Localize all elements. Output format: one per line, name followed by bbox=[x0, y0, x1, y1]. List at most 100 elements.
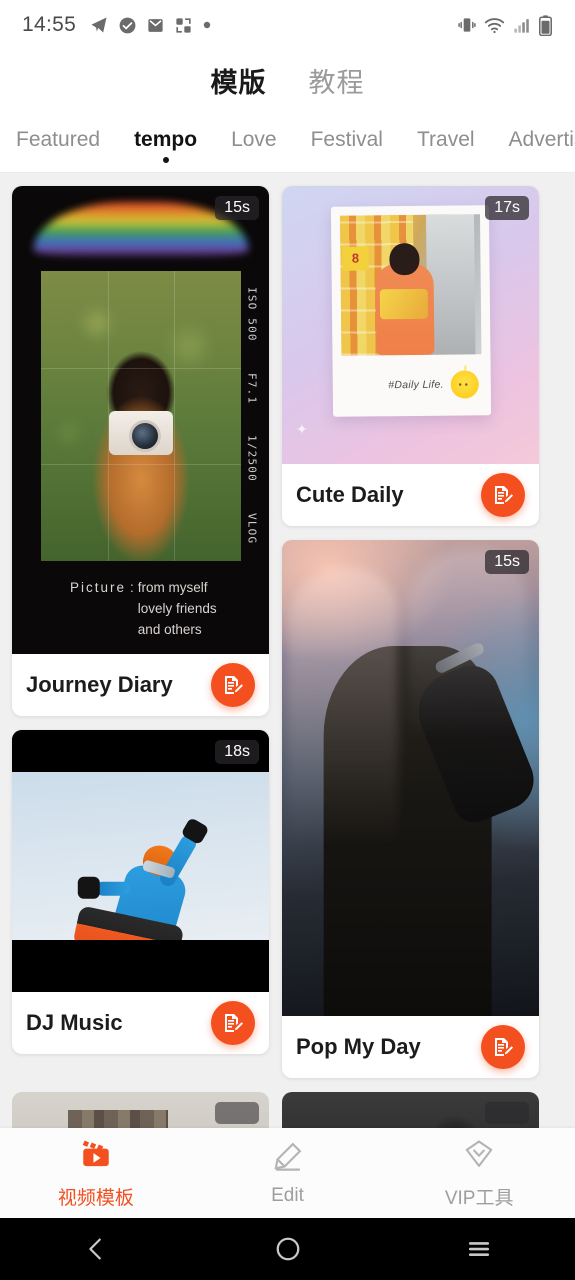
hashtag-text: #Daily Life. bbox=[387, 378, 444, 392]
template-card-partial-right[interactable] bbox=[282, 1092, 539, 1128]
pencil-icon bbox=[271, 1139, 305, 1178]
raised-arm-decor bbox=[156, 832, 199, 889]
battery-icon bbox=[538, 14, 553, 36]
edit-template-button[interactable] bbox=[211, 1001, 255, 1045]
edit-template-button[interactable] bbox=[211, 663, 255, 707]
polaroid-caption: #Daily Life. •• bbox=[332, 359, 491, 417]
photo-girl-with-camera bbox=[41, 271, 241, 561]
grid-column-left: ISO 500 F7.1 1/2500 VLOG Picture : from … bbox=[12, 186, 269, 1054]
category-tab-love[interactable]: Love bbox=[231, 128, 277, 154]
template-title: Journey Diary bbox=[26, 672, 173, 697]
header-tabs: 模版 教程 bbox=[0, 50, 575, 110]
template-card-dj-music[interactable]: SALO 18s DJ Music bbox=[12, 730, 269, 1054]
clapperboard-play-icon bbox=[79, 1137, 113, 1176]
app-root: 14:55 模版 教程 Featured tempo Love Festival… bbox=[0, 0, 575, 1280]
duration-badge: 18s bbox=[215, 740, 259, 764]
template-title: DJ Music bbox=[26, 1010, 123, 1035]
duration-badge: 17s bbox=[485, 196, 529, 220]
template-thumbnail-cute-daily: 8 #Daily Life. •• ✦ 17s bbox=[282, 186, 539, 464]
template-card-footer: Cute Daily bbox=[282, 464, 539, 526]
template-card-pop-my-day[interactable]: 15s Pop My Day bbox=[282, 540, 539, 1078]
polaroid-frame-decor: 8 #Daily Life. •• bbox=[330, 205, 491, 417]
android-system-navigation-bar bbox=[0, 1218, 575, 1280]
edit-template-button[interactable] bbox=[481, 473, 525, 517]
template-card-footer: Journey Diary bbox=[12, 654, 269, 716]
mail-icon bbox=[146, 16, 165, 35]
sky-background-decor: SALO bbox=[12, 772, 269, 975]
dot-icon bbox=[202, 20, 212, 30]
caption-colon: : bbox=[130, 580, 134, 595]
camera-settings-strip: ISO 500 F7.1 1/2500 VLOG bbox=[241, 272, 263, 560]
category-tab-travel[interactable]: Travel bbox=[417, 128, 475, 154]
category-tab-featured[interactable]: Featured bbox=[16, 128, 100, 154]
template-title: Cute Daily bbox=[296, 482, 404, 507]
edit-template-button[interactable] bbox=[481, 1025, 525, 1069]
grid-column-right: 8 #Daily Life. •• ✦ 17s Cute Daily 15s P… bbox=[282, 186, 539, 1078]
template-grid: ISO 500 F7.1 1/2500 VLOG Picture : from … bbox=[12, 186, 563, 1078]
category-tab-tempo[interactable]: tempo bbox=[134, 128, 197, 154]
template-title: Pop My Day bbox=[296, 1034, 421, 1059]
tab-templates[interactable]: 模版 bbox=[211, 61, 267, 100]
template-thumbnail-pop-my-day: 15s bbox=[282, 540, 539, 1016]
status-time: 14:55 bbox=[22, 13, 77, 36]
crowd-silhouette-left-decor bbox=[288, 568, 398, 848]
system-back-button[interactable] bbox=[0, 1234, 192, 1264]
template-card-cute-daily[interactable]: 8 #Daily Life. •• ✦ 17s Cute Daily bbox=[282, 186, 539, 526]
nav-item-video-templates[interactable]: 视频模板 bbox=[0, 1137, 192, 1210]
sun-sticker-icon: •• bbox=[450, 370, 479, 399]
journey-caption-block: Picture : from myself lovely friends and… bbox=[70, 578, 250, 641]
category-tab-advertiser[interactable]: Advertiser bbox=[509, 128, 575, 154]
nav-label-vip-tools: VIP工具 bbox=[444, 1187, 514, 1209]
photo-girl-in-supermarket: 8 bbox=[339, 214, 481, 356]
setting-aperture: F7.1 bbox=[245, 373, 259, 405]
setting-vlog: VLOG bbox=[245, 513, 259, 545]
nav-label-video-templates: 视频模板 bbox=[57, 1187, 134, 1209]
apps-share-icon bbox=[174, 16, 193, 35]
sparkle-decor: ✦ bbox=[296, 421, 308, 437]
crowd-silhouette-right-decor bbox=[407, 550, 527, 740]
setting-shutter: 1/2500 bbox=[245, 435, 259, 483]
category-tab-bar[interactable]: Featured tempo Love Festival Travel Adve… bbox=[0, 110, 575, 172]
document-edit-icon bbox=[225, 676, 243, 694]
template-thumbnail-journey-diary: ISO 500 F7.1 1/2500 VLOG Picture : from … bbox=[12, 186, 269, 654]
template-grid-scroll[interactable]: ISO 500 F7.1 1/2500 VLOG Picture : from … bbox=[0, 172, 575, 1128]
duration-badge: 15s bbox=[215, 196, 259, 220]
duration-badge: 15s bbox=[485, 550, 529, 574]
photo-grid-overlay bbox=[41, 271, 241, 561]
bottom-navigation: 视频模板 Edit VIP工具 bbox=[0, 1128, 575, 1218]
check-circle-icon bbox=[118, 16, 137, 35]
caption-text: from myself lovely friends and others bbox=[137, 580, 217, 637]
nav-item-edit[interactable]: Edit bbox=[192, 1139, 384, 1207]
nav-label-edit: Edit bbox=[271, 1185, 304, 1206]
document-edit-icon bbox=[495, 486, 513, 504]
status-right-icons bbox=[457, 14, 553, 36]
signal-icon bbox=[512, 16, 531, 35]
next-row-partial bbox=[12, 1092, 563, 1128]
sun-face-text: •• bbox=[458, 379, 471, 390]
setting-iso: ISO 500 bbox=[245, 287, 259, 343]
recents-icon bbox=[469, 1242, 490, 1256]
home-icon bbox=[276, 1237, 299, 1261]
nav-item-vip-tools[interactable]: VIP工具 bbox=[383, 1137, 575, 1210]
template-card-journey-diary[interactable]: ISO 500 F7.1 1/2500 VLOG Picture : from … bbox=[12, 186, 269, 716]
template-card-partial-left[interactable] bbox=[12, 1092, 269, 1128]
template-card-footer: DJ Music bbox=[12, 992, 269, 1054]
category-tab-festival[interactable]: Festival bbox=[311, 128, 383, 154]
duration-badge-placeholder bbox=[215, 1102, 259, 1124]
vibrate-icon bbox=[457, 15, 477, 35]
extended-arm-decor bbox=[95, 881, 130, 896]
back-icon bbox=[89, 1238, 101, 1260]
wifi-icon bbox=[484, 15, 505, 36]
document-edit-icon bbox=[225, 1014, 243, 1032]
vip-diamond-icon bbox=[462, 1137, 496, 1176]
caption-label: Picture bbox=[70, 580, 127, 595]
letterbox-bottom-decor bbox=[12, 940, 269, 992]
duration-badge-placeholder bbox=[485, 1102, 529, 1124]
system-home-button[interactable] bbox=[192, 1234, 384, 1264]
girl-figure-decor bbox=[375, 262, 435, 355]
tab-tutorial[interactable]: 教程 bbox=[309, 61, 365, 100]
status-bar: 14:55 bbox=[0, 0, 575, 50]
system-recents-button[interactable] bbox=[383, 1234, 575, 1264]
template-card-footer: Pop My Day bbox=[282, 1016, 539, 1078]
template-thumbnail-dj-music: SALO 18s bbox=[12, 730, 269, 992]
